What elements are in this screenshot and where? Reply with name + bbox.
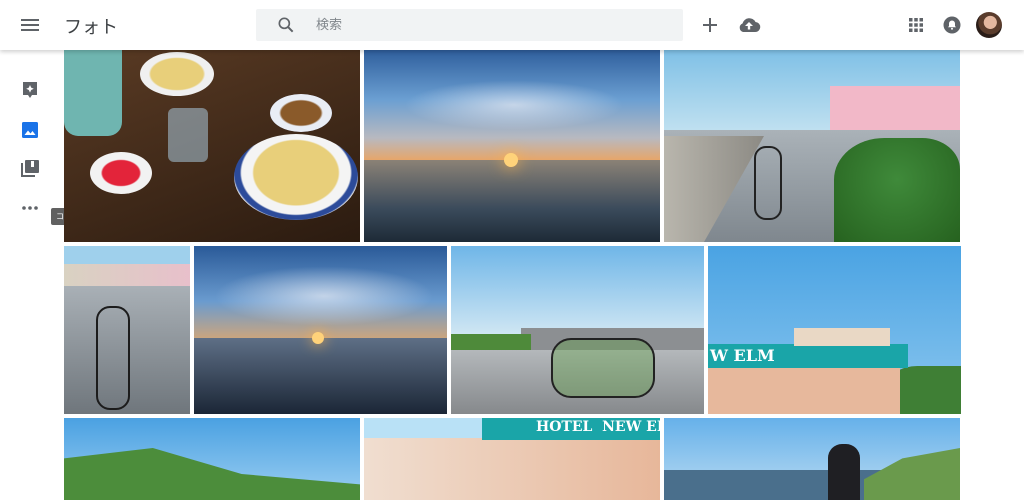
top-app-bar: フォト bbox=[0, 0, 1024, 50]
sea bbox=[364, 160, 660, 242]
photo-bicycles-on-pavement[interactable] bbox=[64, 246, 190, 414]
bicycle bbox=[96, 306, 130, 410]
person bbox=[828, 444, 860, 500]
photo-green-hills-lake[interactable] bbox=[64, 418, 360, 500]
photo-breakwater-bicycles[interactable] bbox=[451, 246, 704, 414]
soup-bowl bbox=[270, 94, 332, 132]
apps-icon[interactable] bbox=[904, 13, 928, 37]
fried-rice-plate-small bbox=[140, 52, 214, 96]
search-icon[interactable] bbox=[276, 15, 296, 35]
buildings bbox=[64, 264, 190, 286]
glass bbox=[168, 108, 208, 162]
main-menu-button[interactable] bbox=[18, 13, 42, 37]
photo-hotel-building-sign[interactable]: W ELM bbox=[708, 246, 961, 414]
menu-icon bbox=[21, 19, 39, 21]
photo-hotel-new-elm-facade[interactable]: HOTEL NEW ELM bbox=[364, 418, 660, 500]
photo-seaside-road-with-bicycles[interactable] bbox=[664, 50, 960, 242]
search-input[interactable] bbox=[316, 16, 656, 34]
hotel-sign-text: HOTEL NEW ELM bbox=[536, 419, 660, 435]
search-bar[interactable] bbox=[256, 9, 683, 41]
red-ginger-dish bbox=[90, 152, 152, 194]
photo-cloudy-sunset-reflection[interactable] bbox=[194, 246, 447, 414]
add-icon[interactable] bbox=[698, 13, 722, 37]
sky bbox=[451, 246, 704, 334]
hotel-sign-text: W ELM bbox=[710, 346, 775, 365]
building-facade bbox=[364, 438, 660, 500]
sea bbox=[194, 338, 447, 414]
rooftop-block bbox=[794, 328, 890, 346]
fried-rice-plate bbox=[234, 134, 358, 220]
photo-sunset-over-sea[interactable] bbox=[364, 50, 660, 242]
building-facade bbox=[708, 366, 900, 414]
clouds bbox=[404, 80, 624, 130]
bicycle bbox=[754, 146, 782, 220]
photos-icon[interactable] bbox=[18, 118, 42, 142]
bicycles bbox=[551, 338, 655, 398]
collections-icon[interactable] bbox=[18, 157, 42, 181]
teapot bbox=[64, 50, 122, 136]
menu-icon-bar bbox=[21, 24, 39, 26]
assistant-icon[interactable] bbox=[18, 78, 42, 102]
photo-fried-rice-meal[interactable] bbox=[64, 50, 360, 242]
side-nav: コレクション bbox=[0, 50, 109, 500]
app-title: フォト bbox=[64, 17, 118, 38]
more-icon[interactable] bbox=[18, 196, 42, 220]
green-shrubs bbox=[834, 138, 960, 242]
upload-icon[interactable] bbox=[737, 13, 761, 37]
photo-person-by-seaside[interactable] bbox=[664, 418, 960, 500]
menu-icon-bar bbox=[21, 29, 39, 31]
avatar[interactable] bbox=[976, 12, 1002, 38]
sun bbox=[312, 332, 324, 344]
notifications-icon[interactable] bbox=[940, 13, 964, 37]
clouds bbox=[214, 266, 434, 326]
sun bbox=[504, 153, 518, 167]
